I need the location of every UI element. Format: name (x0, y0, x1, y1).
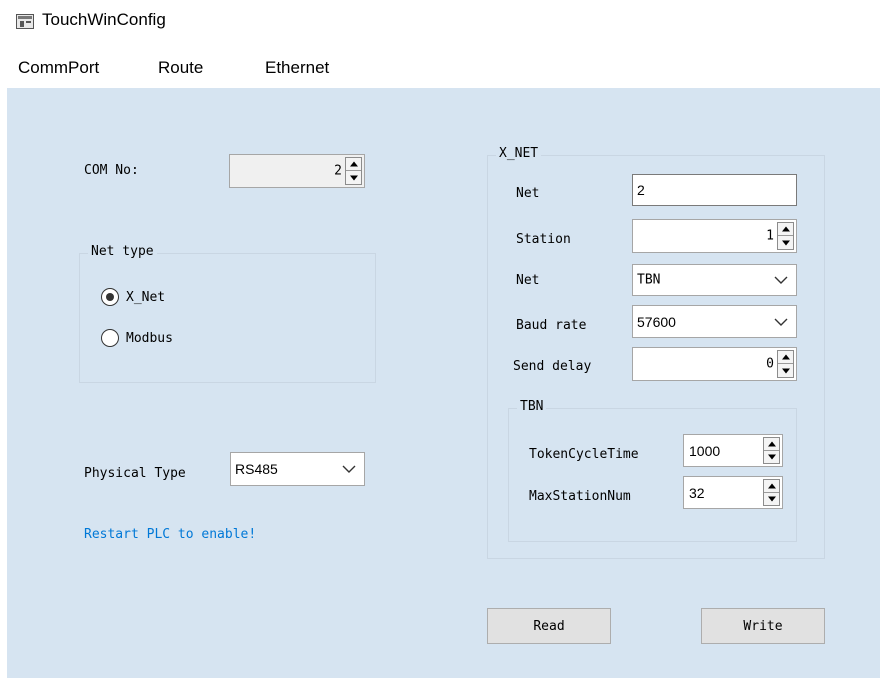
arrow-up-icon (767, 441, 776, 447)
com-no-spin-buttons[interactable] (345, 157, 362, 185)
physical-type-label: Physical Type (84, 466, 186, 481)
arrow-up-icon (349, 161, 358, 167)
radio-selected-dot (106, 293, 114, 301)
chevron-down-icon (774, 276, 788, 284)
physical-type-select[interactable]: RS485 (230, 452, 365, 486)
spin-up-button[interactable] (346, 158, 361, 171)
station-value: 1 (766, 228, 774, 244)
menu-commport[interactable]: CommPort (18, 58, 99, 78)
physical-type-value: RS485 (235, 461, 278, 477)
token-cycle-value: 1000 (689, 442, 721, 459)
read-button[interactable]: Read (487, 608, 611, 644)
tbn-group-label: TBN (517, 399, 547, 414)
app-icon (16, 14, 34, 29)
tbn-group (508, 408, 797, 542)
max-station-value: 32 (689, 484, 705, 501)
com-no-label: COM No: (84, 163, 139, 178)
com-no-value: 2 (334, 163, 342, 179)
baud-rate-label: Baud rate (516, 318, 587, 333)
net-type-label: Net type (88, 244, 157, 259)
net-input-value: 2 (637, 182, 645, 198)
token-cycle-spin-buttons[interactable] (763, 437, 780, 464)
arrow-up-icon (767, 483, 776, 489)
token-cycle-label: TokenCycleTime (529, 447, 639, 462)
write-button[interactable]: Write (701, 608, 825, 644)
menu-ethernet[interactable]: Ethernet (265, 58, 329, 78)
arrow-down-icon (349, 175, 358, 180)
max-station-spin-buttons[interactable] (763, 479, 780, 506)
xnet-group-label: X_NET (496, 146, 542, 161)
token-cycle-spinner[interactable]: 1000 (683, 434, 783, 467)
chevron-down-icon (342, 465, 356, 473)
station-label: Station (516, 232, 571, 247)
arrow-up-icon (781, 354, 790, 360)
radio-xnet-label: X_Net (126, 290, 166, 305)
max-station-label: MaxStationNum (529, 489, 631, 504)
spin-up-button[interactable] (764, 438, 779, 451)
chevron-down-icon (774, 318, 788, 326)
title-bar: TouchWinConfig (0, 0, 887, 42)
arrow-down-icon (767, 454, 776, 460)
arrow-up-icon (781, 226, 790, 232)
spin-down-button[interactable] (778, 364, 793, 377)
radio-modbus-label: Modbus (126, 331, 173, 346)
spin-down-button[interactable] (764, 493, 779, 506)
net-mode-value: TBN (637, 272, 661, 288)
spin-down-button[interactable] (778, 236, 793, 249)
max-station-spinner[interactable]: 32 (683, 476, 783, 509)
com-no-spinner[interactable]: 2 (229, 154, 365, 188)
net-mode-label: Net (516, 273, 540, 288)
arrow-down-icon (781, 368, 790, 373)
net-type-group (79, 253, 376, 383)
radio-modbus[interactable] (101, 329, 119, 347)
restart-note: Restart PLC to enable! (84, 527, 257, 542)
baud-rate-select[interactable]: 57600 (632, 305, 797, 338)
spin-down-button[interactable] (346, 171, 361, 184)
baud-rate-value: 57600 (637, 313, 676, 330)
send-delay-spin-buttons[interactable] (777, 350, 794, 378)
arrow-down-icon (767, 496, 776, 502)
spin-up-button[interactable] (778, 351, 793, 364)
spin-up-button[interactable] (764, 480, 779, 493)
send-delay-spinner[interactable]: 0 (632, 347, 797, 381)
menu-bar: CommPort Route Ethernet (0, 50, 887, 88)
spin-down-button[interactable] (764, 451, 779, 464)
window-title: TouchWinConfig (42, 10, 166, 29)
menu-route[interactable]: Route (158, 58, 203, 78)
net-mode-select[interactable]: TBN (632, 264, 797, 296)
send-delay-label: Send delay (513, 359, 592, 374)
net-input[interactable]: 2 (632, 174, 797, 206)
arrow-down-icon (781, 240, 790, 245)
send-delay-value: 0 (766, 356, 774, 372)
radio-xnet[interactable] (101, 288, 119, 306)
net-label: Net (516, 186, 540, 201)
station-spinner[interactable]: 1 (632, 219, 797, 253)
station-spin-buttons[interactable] (777, 222, 794, 250)
spin-up-button[interactable] (778, 223, 793, 236)
